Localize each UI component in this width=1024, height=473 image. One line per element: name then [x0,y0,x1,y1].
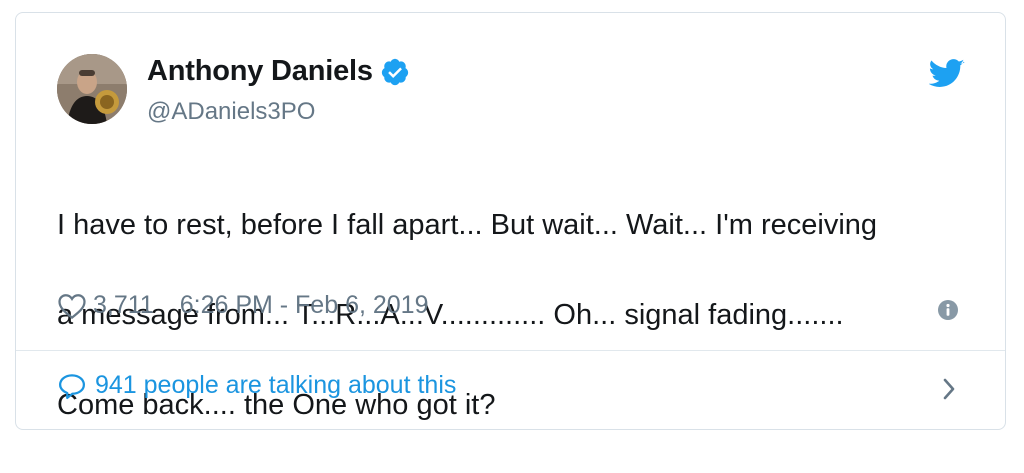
heart-outline-icon[interactable] [57,292,87,320]
timestamp[interactable]: 6:26 PM - Feb 6, 2019 [180,291,429,320]
info-icon[interactable] [937,299,959,321]
divider [16,350,1005,351]
conversation-link-label[interactable]: 941 people are talking about this [95,371,456,400]
author-name-row[interactable]: Anthony Daniels [147,55,410,88]
speech-bubble-icon [57,372,87,400]
conversation-link[interactable]: 941 people are talking about this [57,371,456,400]
verified-badge-icon [380,57,410,87]
tweet-card: Anthony Daniels @ADaniels3PO I have to r… [15,12,1006,430]
chevron-right-icon[interactable] [939,376,959,402]
twitter-bird-icon[interactable] [928,59,965,89]
author-handle[interactable]: @ADaniels3PO [147,98,315,126]
display-name[interactable]: Anthony Daniels [147,55,373,88]
avatar[interactable] [57,54,127,124]
like-count[interactable]: 3,711 [93,291,154,320]
tweet-text-line: I have to rest, before I fall apart... B… [57,209,878,241]
tweet-meta: 3,711 6:26 PM - Feb 6, 2019 [57,291,428,320]
